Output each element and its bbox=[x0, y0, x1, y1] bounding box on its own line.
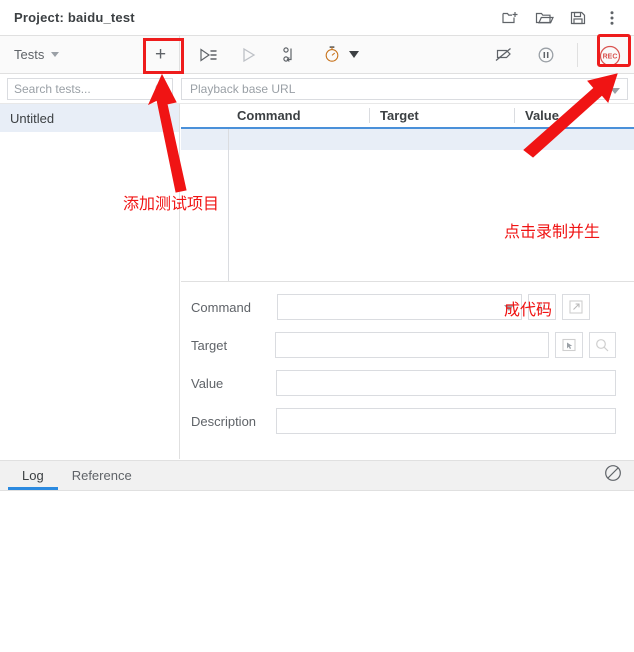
svg-text:REC: REC bbox=[603, 53, 618, 60]
form-label-value: Value bbox=[191, 375, 224, 391]
playback-controls bbox=[180, 36, 359, 73]
table-cell-command bbox=[229, 129, 634, 150]
open-command-docs-button[interactable] bbox=[562, 294, 590, 320]
open-project-icon[interactable] bbox=[534, 8, 554, 28]
title-bar: Project: baidu_test bbox=[0, 0, 634, 36]
description-input[interactable] bbox=[276, 408, 616, 434]
commands-table-header: Command Target Value bbox=[181, 104, 634, 129]
playback-url-container bbox=[180, 77, 634, 100]
chevron-down-icon bbox=[349, 51, 359, 58]
page-title: Project: baidu_test bbox=[14, 10, 135, 25]
table-gutter-column bbox=[181, 150, 229, 281]
tab-reference[interactable]: Reference bbox=[58, 461, 146, 490]
find-target-button[interactable] bbox=[588, 332, 616, 358]
sidebar-item-untitled[interactable]: Untitled bbox=[0, 104, 179, 132]
table-empty-area bbox=[181, 150, 634, 281]
table-row[interactable] bbox=[181, 129, 634, 150]
form-label-description: Description bbox=[191, 413, 257, 429]
clear-log-icon bbox=[604, 464, 622, 487]
test-editor-panel: Command Target Value Command // Target V… bbox=[181, 104, 634, 459]
clear-log-button[interactable] bbox=[604, 461, 634, 490]
tests-label: Tests bbox=[14, 47, 45, 62]
table-cell-index bbox=[181, 129, 229, 150]
playback-base-url-input[interactable] bbox=[181, 77, 628, 100]
record-button[interactable]: REC bbox=[598, 44, 621, 66]
stopwatch-icon bbox=[322, 44, 344, 66]
tab-log[interactable]: Log bbox=[8, 461, 58, 490]
disable-breakpoints-icon[interactable] bbox=[493, 44, 515, 66]
log-output-pane bbox=[0, 491, 634, 652]
command-input[interactable] bbox=[277, 294, 522, 320]
form-row-value: Value bbox=[191, 370, 616, 396]
step-over-icon[interactable] bbox=[280, 44, 302, 66]
pause-on-exception-icon[interactable] bbox=[535, 44, 557, 66]
table-header-value: Value bbox=[514, 108, 634, 123]
save-project-icon[interactable] bbox=[568, 8, 588, 28]
command-detail-form: Command // Target Value Description bbox=[181, 282, 634, 446]
target-input[interactable] bbox=[275, 332, 550, 358]
table-header-command: Command bbox=[237, 108, 301, 123]
form-row-description: Description bbox=[191, 408, 616, 434]
table-header-target: Target bbox=[369, 108, 514, 123]
commands-table-body bbox=[181, 129, 634, 305]
search-input[interactable] bbox=[7, 77, 173, 100]
tests-sidebar: Untitled bbox=[0, 104, 180, 459]
speed-control-button[interactable] bbox=[322, 44, 359, 66]
select-target-button[interactable] bbox=[555, 332, 583, 358]
more-options-icon[interactable] bbox=[602, 8, 622, 28]
selenium-ide-window: Project: baidu_test Tests + REC Search t… bbox=[0, 0, 634, 652]
add-comment-button[interactable]: // bbox=[528, 294, 556, 320]
tests-dropdown[interactable]: Tests bbox=[0, 36, 142, 73]
form-label-target: Target bbox=[191, 337, 228, 353]
debug-controls: REC bbox=[493, 36, 634, 73]
main-toolbar: Tests + REC bbox=[0, 36, 634, 74]
search-and-url-row bbox=[0, 74, 634, 104]
search-tests-container bbox=[0, 77, 180, 100]
table-blank-space bbox=[229, 150, 634, 281]
new-project-icon[interactable] bbox=[500, 8, 520, 28]
value-input[interactable] bbox=[276, 370, 616, 396]
run-all-tests-icon[interactable] bbox=[196, 44, 218, 66]
form-row-command: Command // bbox=[191, 294, 616, 320]
chevron-down-icon bbox=[51, 52, 60, 57]
search-icon bbox=[154, 82, 168, 96]
add-test-button[interactable]: + bbox=[142, 36, 180, 73]
title-bar-actions bbox=[500, 8, 634, 28]
log-tabbar: Log Reference bbox=[0, 460, 634, 491]
form-row-target: Target bbox=[191, 332, 616, 358]
toolbar-divider bbox=[577, 42, 578, 67]
run-current-test-icon[interactable] bbox=[238, 44, 260, 66]
form-label-command: Command bbox=[191, 299, 251, 315]
